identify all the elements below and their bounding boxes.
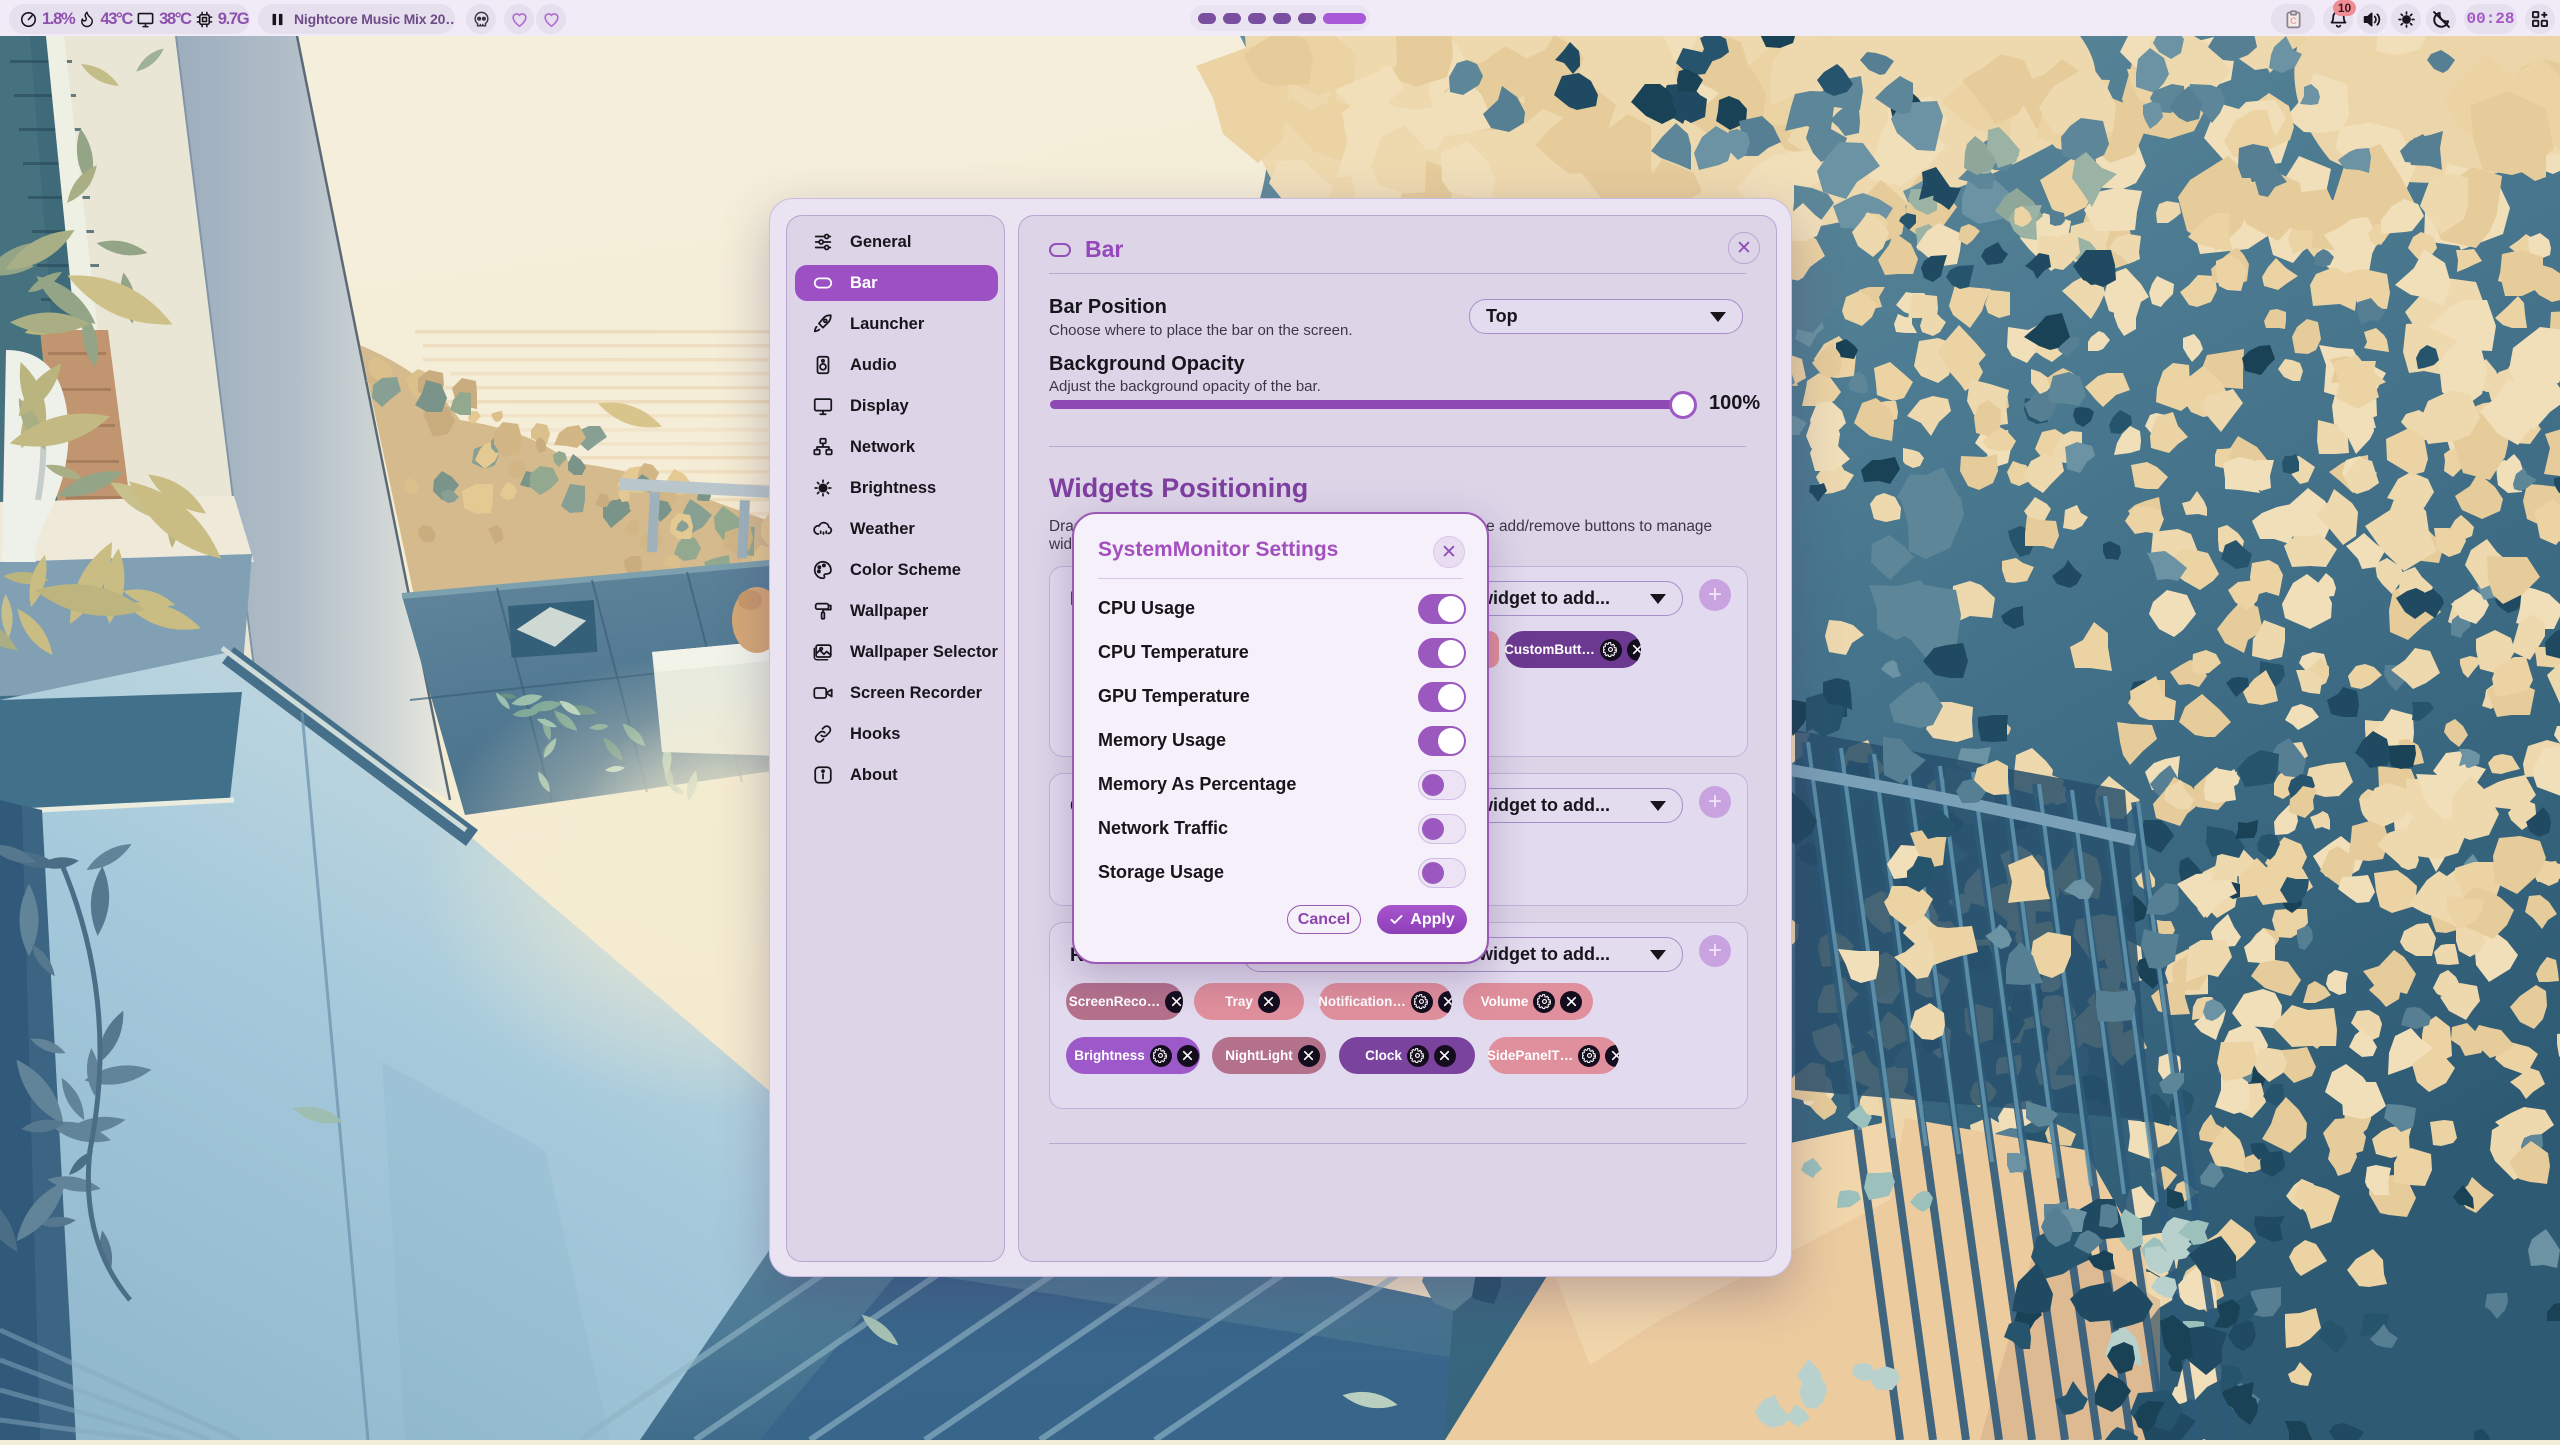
svg-text:C: C [2290, 15, 2297, 26]
